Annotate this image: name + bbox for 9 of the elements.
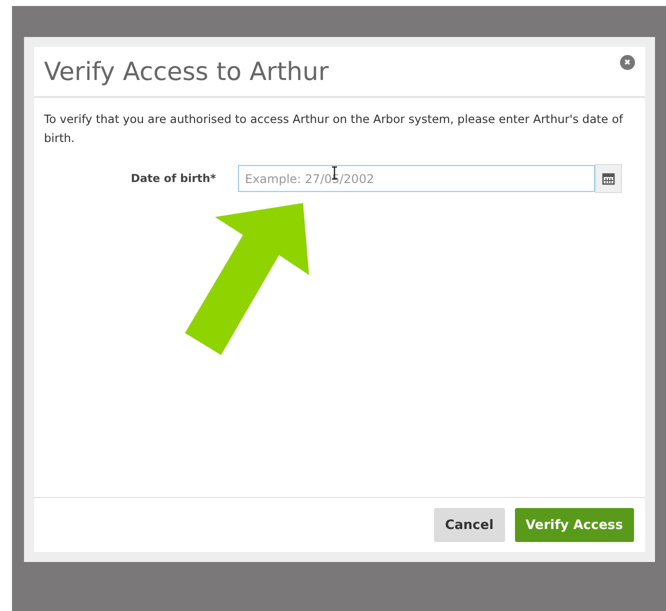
calendar-button[interactable] (595, 164, 622, 193)
message-text: To verify that you are authorised to access Arthur on the Arbor system, please enter Arthur's date of birth. (44, 111, 624, 147)
date-field[interactable]: Example: 27/05/2002 (238, 165, 595, 192)
field-label: Date of birth* (130, 172, 217, 185)
calendar-icon (602, 172, 615, 185)
dialog-title: Verify Access to Arthur (44, 57, 329, 86)
close-button[interactable]: ✖ (620, 55, 635, 70)
verify-button[interactable]: Verify Access (514, 508, 634, 542)
cancel-button[interactable]: Cancel (434, 508, 505, 542)
